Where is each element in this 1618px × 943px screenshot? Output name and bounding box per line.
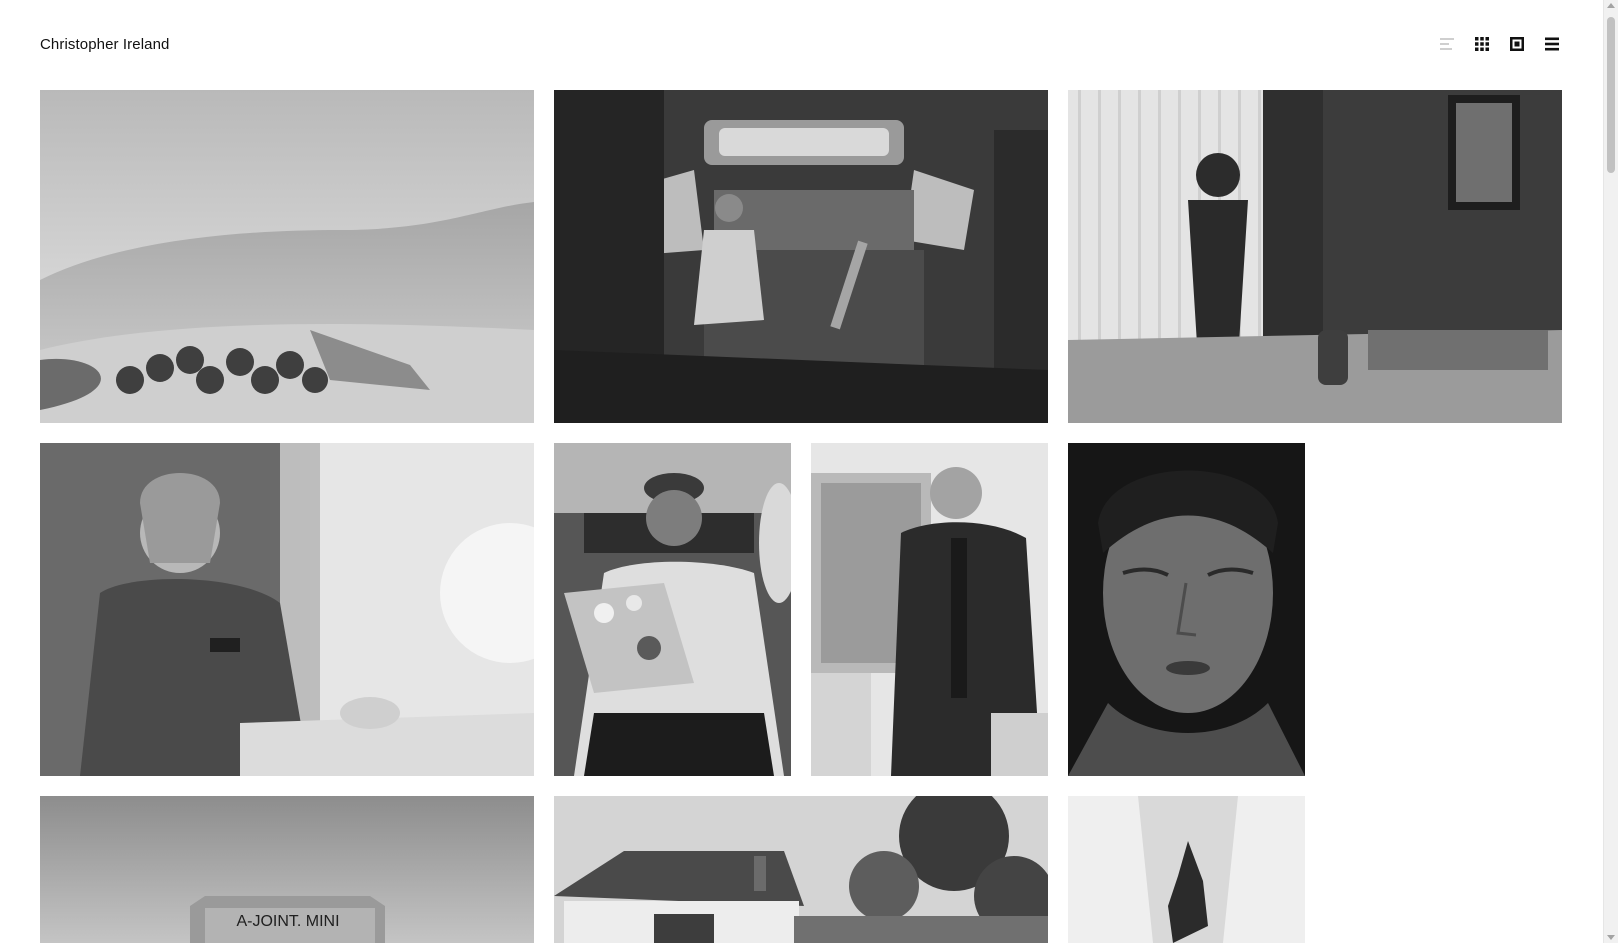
photo-grass-field-rolls[interactable]: [40, 90, 534, 423]
photo-woman-in-car[interactable]: [554, 90, 1048, 423]
photo-bald-man-jacket[interactable]: [811, 443, 1048, 776]
photo-gallery: A-JOINT. MINI: [0, 0, 1600, 943]
photo-house-and-trees[interactable]: [554, 796, 1048, 943]
scroll-down-icon[interactable]: [1607, 935, 1615, 940]
photo-arm-tattoo[interactable]: [1068, 796, 1305, 943]
photo-man-with-flowers[interactable]: [554, 443, 791, 776]
photo-smiling-woman-uniform[interactable]: [40, 443, 534, 776]
photo-a-joint-mini-sign[interactable]: A-JOINT. MINI: [40, 796, 534, 943]
photo-woman-at-window[interactable]: [1068, 90, 1562, 423]
sign-text: A-JOINT. MINI: [236, 913, 339, 930]
scroll-thumb[interactable]: [1607, 17, 1615, 173]
scroll-up-icon[interactable]: [1607, 3, 1615, 8]
vertical-scrollbar[interactable]: [1603, 0, 1618, 943]
photo-woman-eyes-closed[interactable]: [1068, 443, 1305, 776]
